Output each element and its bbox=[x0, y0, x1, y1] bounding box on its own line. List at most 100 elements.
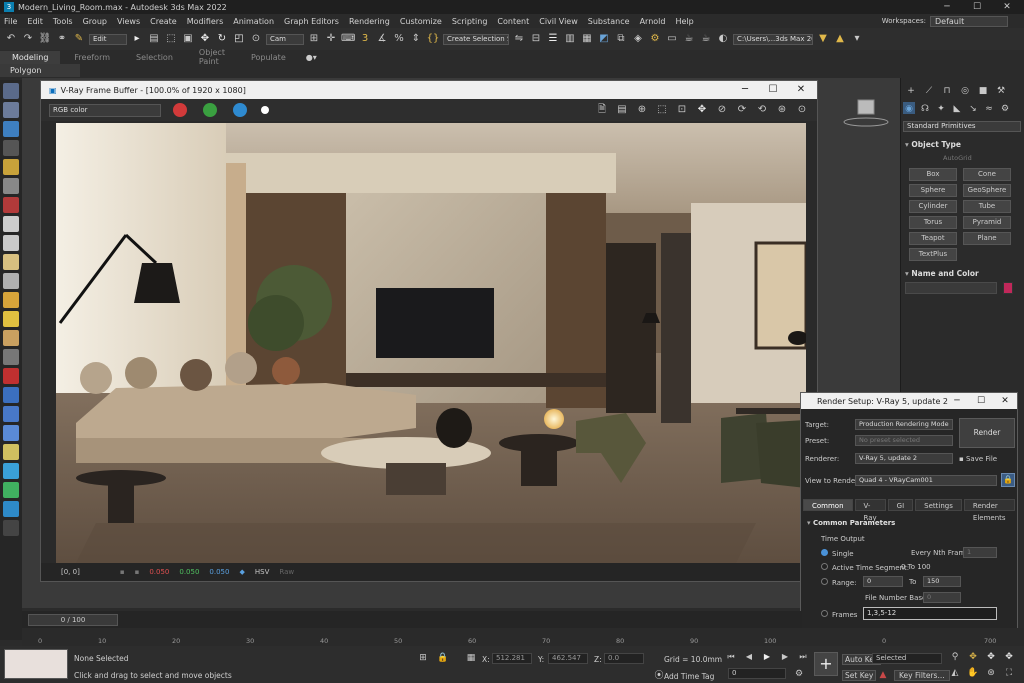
save-image-icon[interactable]: 🗎 bbox=[595, 103, 609, 117]
ribbon-options-icon[interactable]: ●▾ bbox=[300, 53, 323, 62]
ribbon-subtab-polygon-modeling[interactable]: Polygon Modeling bbox=[0, 64, 80, 88]
utilities-icon[interactable] bbox=[3, 178, 19, 194]
region-render-icon[interactable]: ⬚ bbox=[655, 103, 669, 117]
active-time-segment-radio[interactable]: Active Time Segment: bbox=[821, 563, 909, 572]
utilities-tab-icon[interactable]: ⚒ bbox=[995, 84, 1007, 96]
vfb-color-picker-icon[interactable]: ◆ bbox=[239, 568, 244, 576]
pyramid-button[interactable]: Pyramid bbox=[963, 216, 1011, 229]
teapot-button[interactable]: Teapot bbox=[909, 232, 957, 245]
renderer-dropdown[interactable]: V-Ray 5, update 2 bbox=[855, 453, 953, 464]
edit-named-selection-icon[interactable]: {} bbox=[426, 32, 440, 46]
key-mode-icon[interactable]: ▲ bbox=[876, 668, 890, 682]
menu-civil-view[interactable]: Civil View bbox=[535, 17, 584, 26]
percent-snap-icon[interactable]: % bbox=[392, 32, 406, 46]
object-name-field[interactable] bbox=[905, 282, 997, 294]
zoom-icon[interactable]: ⚲ bbox=[948, 650, 962, 664]
torus-button[interactable]: Torus bbox=[909, 216, 957, 229]
menu-group[interactable]: Group bbox=[79, 17, 113, 26]
menu-rendering[interactable]: Rendering bbox=[345, 17, 396, 26]
render-button[interactable]: Render bbox=[959, 418, 1015, 448]
name-and-color-rollout[interactable]: ▾ Name and Color bbox=[905, 269, 979, 278]
keyboard-shortcut-icon[interactable]: ⌨ bbox=[341, 32, 355, 46]
rs-maximize-button[interactable]: ☐ bbox=[969, 393, 993, 409]
vfb-raw-toggle[interactable]: Raw bbox=[279, 568, 294, 576]
pivot-center-icon[interactable]: ⊞ bbox=[307, 32, 321, 46]
add-time-tag[interactable]: Add Time Tag bbox=[664, 672, 714, 681]
rendered-frame-window-icon[interactable]: ▭ bbox=[665, 32, 679, 46]
schematic-view-icon[interactable]: ⧉ bbox=[614, 32, 628, 46]
set-project-folder-icon[interactable]: ▼ bbox=[816, 32, 830, 46]
time-slider[interactable]: 0 / 100 bbox=[28, 614, 118, 626]
menu-file[interactable]: File bbox=[0, 17, 23, 26]
menu-edit[interactable]: Edit bbox=[23, 17, 49, 26]
z-coordinate-field[interactable]: 0.0 bbox=[604, 653, 644, 664]
window-crossing-icon[interactable]: ▣ bbox=[181, 32, 195, 46]
vfb-hsv-toggle[interactable]: HSV bbox=[255, 568, 270, 576]
track-mouse-icon[interactable]: ⊡ bbox=[675, 103, 689, 117]
range-radio[interactable]: Range: bbox=[821, 578, 857, 587]
category-dropdown[interactable]: Standard Primitives bbox=[903, 121, 1021, 132]
rs-close-button[interactable]: ✕ bbox=[993, 393, 1017, 409]
render-settings-icon[interactable] bbox=[3, 520, 19, 536]
current-frame-field[interactable]: 0 bbox=[728, 668, 786, 679]
vray-scene-icon[interactable] bbox=[3, 425, 19, 441]
cone-button[interactable]: Cone bbox=[963, 168, 1011, 181]
vray-env-fog-icon[interactable] bbox=[3, 387, 19, 403]
motion-tab-icon[interactable]: ◎ bbox=[959, 84, 971, 96]
geometry-icon[interactable]: ◉ bbox=[903, 102, 915, 114]
menu-animation[interactable]: Animation bbox=[229, 17, 280, 26]
geosphere-button[interactable]: GeoSphere bbox=[963, 184, 1011, 197]
viewcube-icon[interactable] bbox=[842, 98, 890, 128]
maximize-button[interactable]: ☐ bbox=[962, 0, 992, 14]
stop-render-icon[interactable]: ⊛ bbox=[775, 103, 789, 117]
named-selection-set-dropdown[interactable]: Create Selection Set bbox=[443, 33, 509, 45]
helpers-icon[interactable]: ↘ bbox=[967, 102, 979, 114]
reference-coordinate-dropdown[interactable]: Cam bbox=[266, 33, 304, 45]
orbit-icon[interactable]: ⊛ bbox=[984, 666, 998, 680]
save-file-checkbox[interactable]: ▪ Save File bbox=[959, 455, 997, 463]
move-icon[interactable]: ✥ bbox=[198, 32, 212, 46]
project-path-field[interactable]: C:\Users\...3ds Max 2022 bbox=[733, 33, 813, 45]
next-frame-icon[interactable]: ▶ bbox=[778, 650, 792, 664]
tab-freeform[interactable]: Freeform bbox=[62, 53, 122, 62]
workspaces-dropdown[interactable]: Default bbox=[930, 15, 1008, 27]
render-activeshade-icon[interactable]: ☕ bbox=[699, 32, 713, 46]
render-production-icon[interactable]: ☕ bbox=[682, 32, 696, 46]
key-mode-dropdown[interactable]: Selected bbox=[872, 653, 942, 664]
vray-light-icon[interactable] bbox=[3, 197, 19, 213]
create-tab-icon[interactable]: + bbox=[905, 84, 917, 96]
render-icon[interactable]: ⊙ bbox=[795, 103, 809, 117]
ribbon-toggle-icon[interactable]: ▦ bbox=[580, 32, 594, 46]
close-button[interactable]: ✕ bbox=[992, 0, 1022, 14]
range-to-spinner[interactable]: 150 bbox=[923, 576, 961, 587]
bind-space-warp-icon[interactable]: ✎ bbox=[72, 32, 86, 46]
tab-modeling[interactable]: Modeling bbox=[0, 50, 61, 64]
vray-sphere-icon[interactable] bbox=[3, 254, 19, 270]
render-setup-icon[interactable]: ⚙ bbox=[648, 32, 662, 46]
tube-button[interactable]: Tube bbox=[963, 200, 1011, 213]
material-editor-icon[interactable]: ◈ bbox=[631, 32, 645, 46]
hierarchy-icon[interactable] bbox=[3, 121, 19, 137]
field-of-view-icon[interactable]: ◭ bbox=[948, 666, 962, 680]
frames-input[interactable]: 1,3,5-12 bbox=[863, 607, 997, 620]
vray-fur-icon[interactable] bbox=[3, 349, 19, 365]
select-by-name-icon[interactable]: ▤ bbox=[147, 32, 161, 46]
tab-vray[interactable]: V-Ray bbox=[854, 499, 886, 522]
vfb-minimize-button[interactable]: ─ bbox=[731, 81, 759, 99]
angle-snap-icon[interactable]: ∡ bbox=[375, 32, 389, 46]
green-channel-icon[interactable] bbox=[203, 103, 217, 117]
menu-tools[interactable]: Tools bbox=[49, 17, 79, 26]
single-radio[interactable]: Single bbox=[821, 549, 854, 558]
zoom-extents-icon[interactable]: ✥ bbox=[984, 650, 998, 664]
menu-arnold[interactable]: Arnold bbox=[636, 17, 672, 26]
absolute-mode-icon[interactable]: ▦ bbox=[464, 651, 478, 665]
rs-minimize-button[interactable]: ─ bbox=[945, 393, 969, 409]
zoom-extents-all-icon[interactable]: ✥ bbox=[1002, 650, 1016, 664]
menu-help[interactable]: Help bbox=[671, 17, 699, 26]
file-number-base-spinner[interactable]: 0 bbox=[923, 592, 961, 603]
project-dropdown-icon[interactable]: ▾ bbox=[850, 32, 864, 46]
play-icon[interactable]: ▶ bbox=[760, 650, 774, 664]
frames-radio[interactable]: Frames bbox=[821, 610, 857, 619]
curve-editor-icon[interactable]: ◩ bbox=[597, 32, 611, 46]
object-type-rollout[interactable]: ▾ Object Type bbox=[905, 140, 961, 149]
